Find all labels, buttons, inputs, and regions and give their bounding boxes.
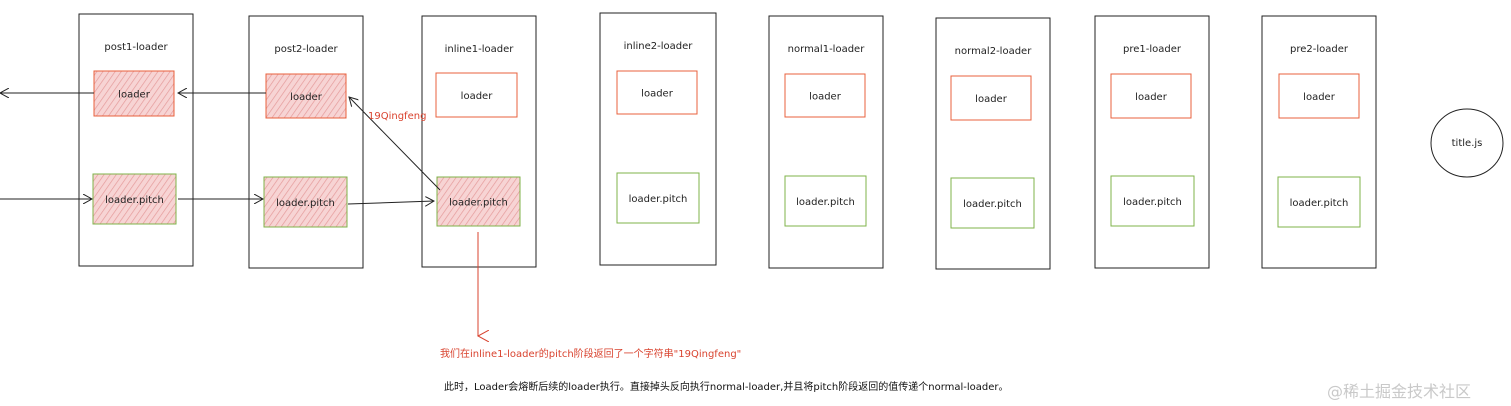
pitch-label: loader.pitch — [449, 198, 508, 209]
loader-label: loader — [1303, 92, 1336, 103]
column-title: pre1-loader — [1123, 44, 1182, 55]
column-title: inline1-loader — [445, 44, 515, 55]
column-title: normal1-loader — [788, 44, 866, 55]
column-title: post1-loader — [104, 42, 168, 53]
column-normal1-loader: normal1-loader loader loader.pitch — [768, 15, 884, 269]
loader-label: loader — [118, 90, 151, 101]
pitch-label: loader.pitch — [1123, 197, 1182, 208]
column-title: normal2-loader — [955, 46, 1033, 57]
column-post1-loader: post1-loader loader loader.pitch — [78, 13, 194, 267]
return-value-label: 19Qingfeng — [368, 111, 426, 122]
loader-label: loader — [975, 94, 1008, 105]
pitch-label: loader.pitch — [1290, 198, 1349, 209]
loader-label: loader — [1135, 92, 1168, 103]
column-title: post2-loader — [274, 44, 338, 55]
resource-label: title.js — [1452, 138, 1483, 149]
loader-label: loader — [461, 91, 494, 102]
pitch-label: loader.pitch — [963, 199, 1022, 210]
column-title: inline2-loader — [624, 41, 694, 52]
pitch-label: loader.pitch — [629, 194, 688, 205]
loader-columns: post1-loaderloaderloader.pitchpost2-load… — [78, 12, 1377, 270]
column-post2-loader: post2-loader loader loader.pitch — [248, 15, 364, 269]
flow-arrows — [0, 93, 478, 336]
annotation-red: 我们在inline1-loader的pitch阶段返回了一个字符串"19Qing… — [440, 347, 741, 360]
column-normal2-loader: normal2-loader loader loader.pitch — [935, 17, 1051, 270]
loader-label: loader — [290, 92, 323, 103]
loader-label: loader — [641, 89, 674, 100]
arrow-post2-to-inline1-pitch — [347, 201, 434, 204]
column-inline2-loader: inline2-loader loader loader.pitch — [599, 12, 717, 266]
column-pre2-loader: pre2-loader loader loader.pitch — [1261, 15, 1377, 269]
loader-flow-diagram: post1-loaderloaderloader.pitchpost2-load… — [0, 12, 1504, 401]
pitch-label: loader.pitch — [105, 195, 164, 206]
column-title: pre2-loader — [1290, 44, 1349, 55]
pitch-label: loader.pitch — [276, 198, 335, 209]
column-inline1-loader: inline1-loader loader loader.pitch — [421, 15, 537, 268]
resource-node: title.js — [1430, 108, 1504, 178]
annotation-black: 此时，Loader会熔断后续的loader执行。直接掉头反向执行normal-l… — [444, 380, 1009, 393]
column-pre1-loader: pre1-loader loader loader.pitch — [1094, 15, 1210, 269]
loader-label: loader — [809, 92, 842, 103]
pitch-label: loader.pitch — [796, 197, 855, 208]
watermark: @稀土掘金技术社区 — [1327, 382, 1471, 401]
